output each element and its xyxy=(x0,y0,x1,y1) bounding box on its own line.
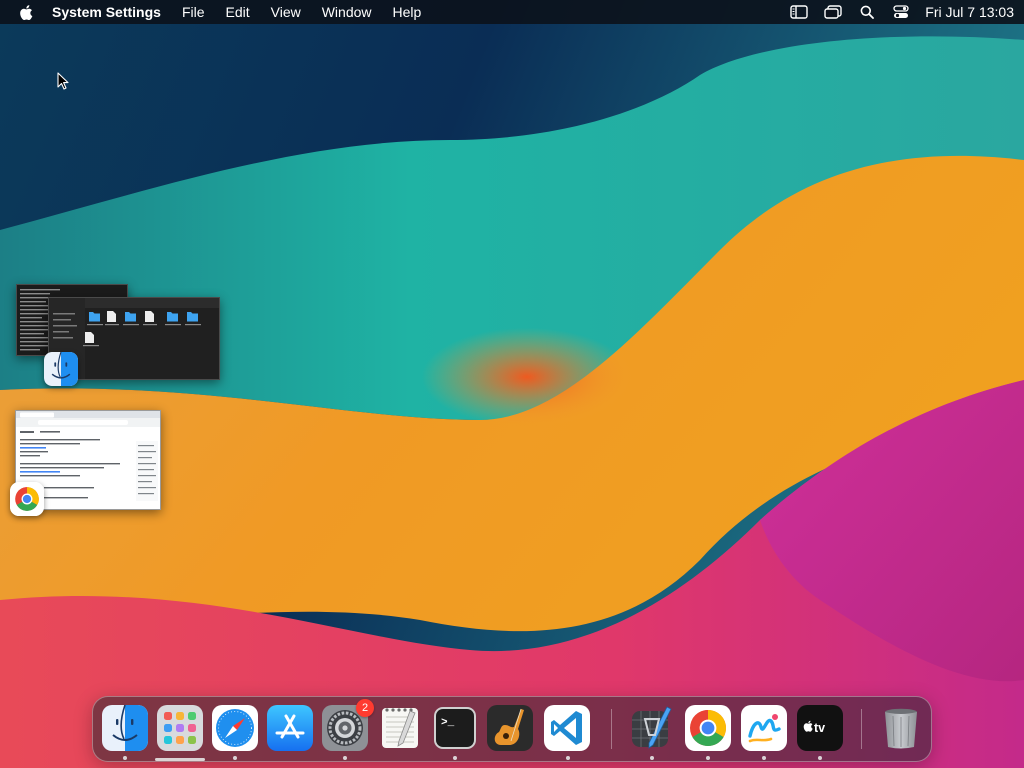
apple-tv-icon: tv xyxy=(797,705,843,751)
apple-tv-running-indicator xyxy=(818,756,822,760)
active-app-name[interactable]: System Settings xyxy=(52,4,161,20)
dock-vscode[interactable] xyxy=(544,705,590,751)
safari-icon xyxy=(212,705,258,751)
dock-terminal[interactable]: >_ xyxy=(432,705,478,751)
desktop[interactable]: System Settings File Edit View Window He… xyxy=(0,0,1024,768)
finder-icon xyxy=(102,705,148,751)
menu-window[interactable]: Window xyxy=(322,4,372,20)
dock-finder[interactable] xyxy=(102,705,148,751)
dock-chrome[interactable] xyxy=(685,705,731,751)
dock: 2 >_ tv xyxy=(92,696,932,762)
dock-launchpad[interactable] xyxy=(157,705,203,751)
stage-manager-group-finder[interactable] xyxy=(14,284,220,388)
dock-xcode[interactable] xyxy=(629,705,675,751)
dock-garageband[interactable] xyxy=(487,705,533,751)
finder-app-icon xyxy=(44,352,78,386)
mouse-cursor-icon xyxy=(57,72,69,90)
textedit-icon xyxy=(382,708,418,748)
apple-menu-icon[interactable] xyxy=(18,4,34,21)
xcode-icon xyxy=(632,706,672,749)
menu-help[interactable]: Help xyxy=(393,4,422,20)
dock-textedit[interactable] xyxy=(377,705,423,751)
dock-freeform[interactable] xyxy=(741,705,787,751)
svg-text:>_: >_ xyxy=(441,717,455,729)
menu-bar: System Settings File Edit View Window He… xyxy=(0,0,1024,24)
freeform-running-indicator xyxy=(762,756,766,760)
menu-bar-clock[interactable]: Fri Jul 7 13:03 xyxy=(925,4,1014,20)
safari-running-indicator xyxy=(233,756,237,760)
launchpad-icon xyxy=(157,705,203,751)
system-settings-badge: 2 xyxy=(356,699,374,717)
terminal-icon: >_ xyxy=(434,707,476,749)
system-settings-running-indicator xyxy=(343,756,347,760)
dock-app-store[interactable] xyxy=(267,705,313,751)
dock-trash[interactable] xyxy=(878,705,924,751)
xcode-running-indicator xyxy=(650,756,654,760)
finder-running-indicator xyxy=(123,756,127,760)
chrome-app-icon xyxy=(10,482,44,516)
trash-icon xyxy=(885,708,917,749)
chrome-running-indicator xyxy=(706,756,710,760)
dock-system-settings[interactable]: 2 xyxy=(322,699,374,751)
dock-safari[interactable] xyxy=(212,705,258,751)
terminal-running-indicator xyxy=(453,756,457,760)
dock-apple-tv[interactable]: tv xyxy=(797,705,843,751)
stage-manager-icon[interactable] xyxy=(823,4,843,20)
stage-manager-group-chrome[interactable] xyxy=(8,409,162,519)
vscode-running-indicator xyxy=(566,756,570,760)
menu-file[interactable]: File xyxy=(182,4,205,20)
search-icon[interactable] xyxy=(857,4,877,20)
dock-separator-trash xyxy=(861,709,862,749)
garageband-icon xyxy=(487,705,533,751)
freeform-icon xyxy=(741,705,787,751)
vscode-icon xyxy=(544,705,590,751)
launchpad-active-indicator xyxy=(155,758,205,761)
chrome-icon xyxy=(685,705,731,751)
menu-view[interactable]: View xyxy=(271,4,301,20)
menu-edit[interactable]: Edit xyxy=(226,4,250,20)
svg-text:tv: tv xyxy=(814,721,825,735)
sidebar-icon[interactable] xyxy=(789,4,809,20)
dock-separator xyxy=(611,709,612,749)
app-store-icon xyxy=(267,705,313,751)
control-center-icon[interactable] xyxy=(891,4,911,20)
